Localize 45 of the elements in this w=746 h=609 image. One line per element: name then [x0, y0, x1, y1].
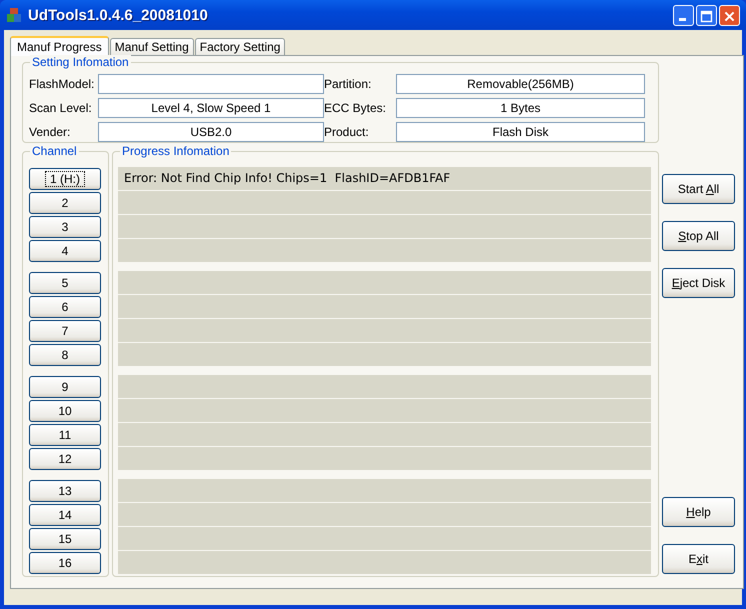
action-button[interactable]: Help: [662, 497, 735, 527]
action-button[interactable]: Eject Disk: [662, 268, 735, 298]
maximize-button[interactable]: [696, 4, 717, 26]
channel-button[interactable]: 6: [29, 296, 101, 318]
group-title: Progress Infomation: [120, 144, 232, 158]
channel-button[interactable]: 13: [29, 480, 101, 502]
channel-button[interactable]: 3: [29, 216, 101, 238]
group-title: Channel: [30, 144, 79, 158]
channel-button[interactable]: 16: [29, 552, 101, 574]
channel-button[interactable]: 15: [29, 528, 101, 550]
channel-button[interactable]: 9: [29, 376, 101, 398]
value-field: Flash Disk: [396, 122, 645, 142]
channel-button[interactable]: 1 (H:): [29, 168, 101, 190]
action-button[interactable]: Stop All: [662, 221, 735, 251]
channel-button[interactable]: 7: [29, 320, 101, 342]
field-label: Scan Level:: [29, 101, 93, 115]
action-button[interactable]: Start All: [662, 174, 735, 204]
value-field: Removable(256MB): [396, 74, 645, 94]
channel-button[interactable]: 5: [29, 272, 101, 294]
close-button[interactable]: [719, 4, 740, 26]
group-title: Setting Infomation: [30, 55, 131, 69]
field-label: Product:: [324, 125, 370, 139]
action-button[interactable]: Exit: [662, 544, 735, 574]
field-label: Partition:: [324, 77, 372, 91]
channel-button[interactable]: 4: [29, 240, 101, 262]
value-field: USB2.0: [98, 122, 324, 142]
field-label: ECC Bytes:: [324, 101, 388, 115]
window-title: UdTools1.0.4.6_20081010: [28, 6, 209, 24]
value-field: 1 Bytes: [396, 98, 645, 118]
channel-button[interactable]: 2: [29, 192, 101, 214]
channel-button[interactable]: 10: [29, 400, 101, 422]
channel-button[interactable]: 11: [29, 424, 101, 446]
progress-row: Error: Not Find Chip Info! Chips=1 FlashID=AFDB1FAF: [118, 167, 651, 190]
tab[interactable]: Manuf Setting: [110, 38, 194, 55]
minimize-icon: [679, 18, 686, 20]
field-label: FlashModel:: [29, 77, 96, 91]
minimize-button[interactable]: [673, 4, 694, 26]
tab[interactable]: Factory Setting: [194, 38, 286, 55]
app-icon: [6, 7, 22, 23]
channel-button[interactable]: 8: [29, 344, 101, 366]
channel-button[interactable]: 14: [29, 504, 101, 526]
tab[interactable]: Manuf Progress: [10, 36, 109, 56]
value-field: Level 4, Slow Speed 1: [98, 98, 324, 118]
channel-button[interactable]: 12: [29, 448, 101, 470]
field-label: Vender:: [29, 125, 72, 139]
